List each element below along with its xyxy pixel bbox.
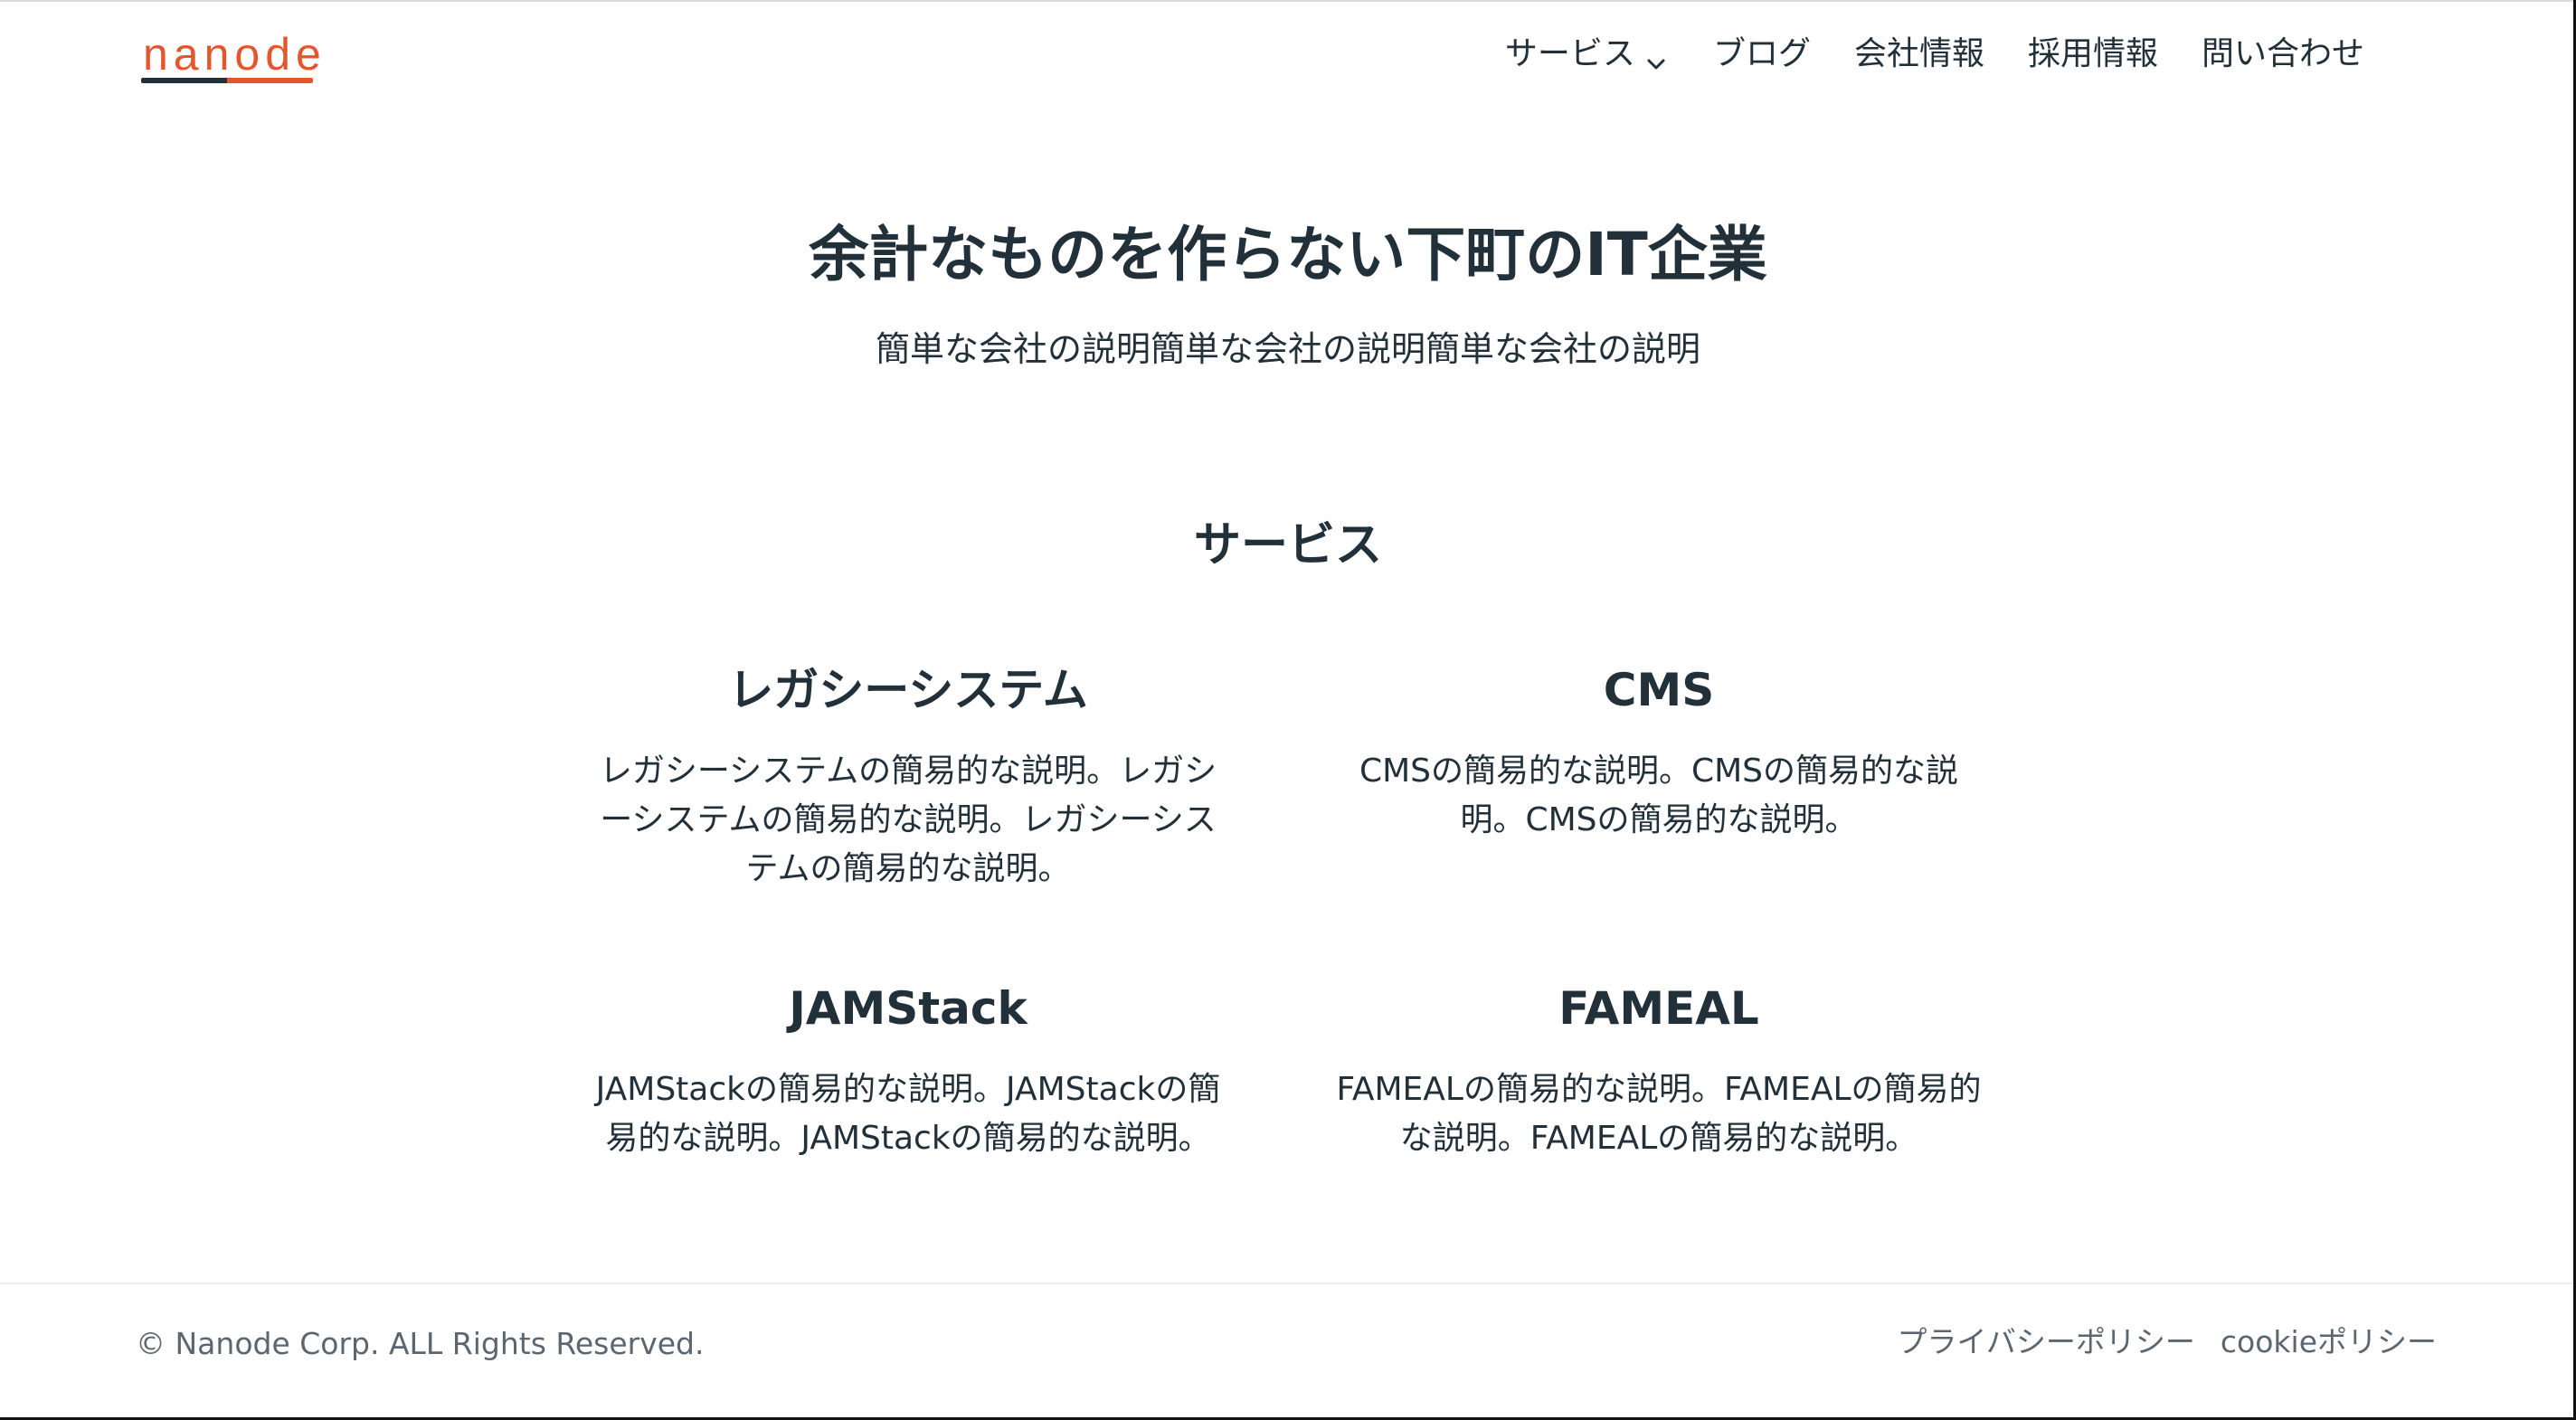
nav-item-services[interactable]: サービス xyxy=(1505,29,1670,80)
nav-item-blog[interactable]: ブログ xyxy=(1713,29,1811,80)
service-card-cms: CMS CMSの簡易的な説明。CMSの簡易的な説明。CMSの簡易的な説明。 xyxy=(1324,660,1994,845)
nav-item-company[interactable]: 会社情報 xyxy=(1854,29,1984,80)
footer-links: プライバシーポリシー cookieポリシー xyxy=(1898,1321,2437,1364)
service-card-jamstack: JAMStack JAMStackの簡易的な説明。JAMStackの簡易的な説明… xyxy=(573,979,1243,1163)
service-description: JAMStackの簡易的な説明。JAMStackの簡易的な説明。JAMStack… xyxy=(595,1071,1221,1157)
copyright-text: © Nanode Corp. ALL Rights Reserved. xyxy=(136,1326,705,1361)
service-card-fameal: FAMEAL FAMEALの簡易的な説明。FAMEALの簡易的な説明。FAMEA… xyxy=(1324,979,1994,1163)
service-description: レガシーシステムの簡易的な説明。レガシーシステムの簡易的な説明。レガシーシステム… xyxy=(599,753,1217,887)
logo-link[interactable]: nanode xyxy=(141,25,321,85)
logo-text: nanode xyxy=(143,29,327,80)
service-card-legacy: レガシーシステム レガシーシステムの簡易的な説明。レガシーシステムの簡易的な説明… xyxy=(573,660,1243,894)
site-header: nanode サービス ブログ 会社情報 採用情報 問い合わせ xyxy=(0,0,2576,118)
service-description: CMSの簡易的な説明。CMSの簡易的な説明。CMSの簡易的な説明。 xyxy=(1359,753,1959,838)
nav-item-contact[interactable]: 問い合わせ xyxy=(2202,29,2364,80)
nav-item-recruit[interactable]: 採用情報 xyxy=(2028,29,2158,80)
service-title: JAMStack xyxy=(789,982,1028,1035)
nav-item-services-label: サービス xyxy=(1504,35,1635,72)
service-title: レガシーシステム xyxy=(728,664,1088,716)
cookie-policy-link[interactable]: cookieポリシー xyxy=(2221,1321,2437,1364)
services-section-title: サービス xyxy=(1193,518,1382,573)
hero-title: 余計なものを作らない下町のIT企業 xyxy=(809,220,1767,289)
chevron-down-icon xyxy=(1643,43,1670,70)
service-title: CMS xyxy=(1603,664,1715,716)
service-description: FAMEALの簡易的な説明。FAMEALの簡易的な説明。FAMEALの簡易的な説… xyxy=(1336,1071,1982,1157)
hero-subtitle: 簡単な会社の説明簡単な会社の説明簡単な会社の説明 xyxy=(875,329,1700,369)
service-title: FAMEAL xyxy=(1558,982,1759,1035)
main-nav: サービス ブログ 会社情報 採用情報 問い合わせ xyxy=(1505,27,2364,81)
footer-divider xyxy=(0,1283,2576,1284)
privacy-policy-link[interactable]: プライバシーポリシー xyxy=(1898,1321,2195,1364)
page: nanode サービス ブログ 会社情報 採用情報 問い合わせ 余計なものを作ら… xyxy=(0,0,2576,1420)
logo-underline xyxy=(141,78,313,83)
